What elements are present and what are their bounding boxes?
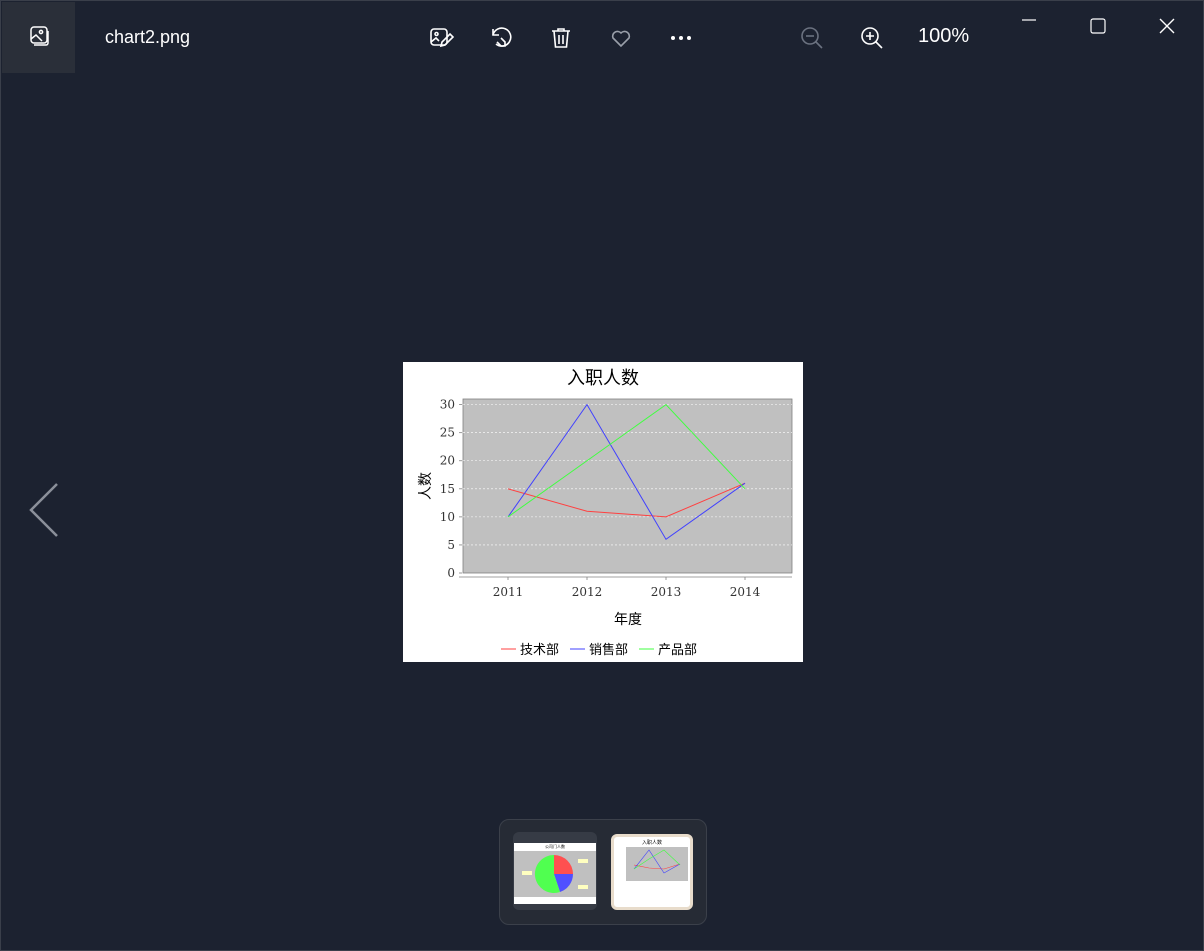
y-tick-label: 0 <box>447 566 455 580</box>
x-tick-label: 2012 <box>572 585 603 599</box>
y-tick-label: 25 <box>440 426 455 440</box>
y-tick-label: 10 <box>440 510 455 524</box>
chevron-left-icon <box>25 480 61 544</box>
favorite-icon[interactable] <box>605 22 637 54</box>
thumbnail-pie-chart[interactable]: 公司门人数 <box>513 832 597 910</box>
edit-image-icon[interactable] <box>425 22 457 54</box>
x-tick-label: 2013 <box>651 585 682 599</box>
app-menu-button[interactable] <box>2 2 75 73</box>
maximize-icon[interactable] <box>1081 9 1115 43</box>
y-axis-label: 人数 <box>418 472 434 500</box>
y-tick-label: 15 <box>440 482 455 496</box>
delete-icon[interactable] <box>545 22 577 54</box>
zoom-out-icon[interactable] <box>796 22 828 54</box>
title-bar: chart2.png 100% <box>1 1 1203 73</box>
x-axis-label: 年度 <box>614 612 642 628</box>
minimize-icon[interactable] <box>1012 9 1046 43</box>
rotate-icon[interactable] <box>485 22 517 54</box>
thumbnail-title: 公司门人数 <box>545 843 565 849</box>
line-chart: 入职人数 0510152025302011 2012 2013 2014 年度 人数 … <box>418 368 793 658</box>
legend: 技术部 销售部 产品部 <box>501 642 697 658</box>
x-tick-label: 2014 <box>730 585 761 599</box>
more-icon[interactable] <box>665 22 697 54</box>
y-tick-label: 30 <box>440 398 455 412</box>
thumbnail-line-chart-selected[interactable]: 入职人数 <box>611 834 693 910</box>
gallery-icon <box>27 24 51 52</box>
legend-label: 产品部 <box>658 643 697 658</box>
previous-image-button[interactable] <box>23 481 63 543</box>
x-tick-label: 2011 <box>493 585 524 599</box>
file-name: chart2.png <box>105 27 191 47</box>
legend-label: 技术部 <box>520 643 559 658</box>
zoom-level[interactable]: 100% <box>918 25 969 48</box>
y-tick-label: 5 <box>447 538 455 552</box>
zoom-in-icon[interactable] <box>856 22 888 54</box>
chart-title: 入职人数 <box>567 368 639 389</box>
thumbnail-title: 入职人数 <box>642 839 662 846</box>
y-tick-label: 20 <box>440 454 455 468</box>
close-icon[interactable] <box>1150 9 1184 43</box>
image-canvas: 入职人数 0 5 10 15 20 25 30 2011 2012 2013 2014 年度 人数 … <box>403 362 803 662</box>
filmstrip: 公司门人数 入职人数 <box>499 819 707 925</box>
photo-viewer-window: chart2.png 100% 入职人数 0 5 10 15 20 25 30 … <box>0 0 1204 951</box>
legend-label: 销售部 <box>589 642 628 658</box>
